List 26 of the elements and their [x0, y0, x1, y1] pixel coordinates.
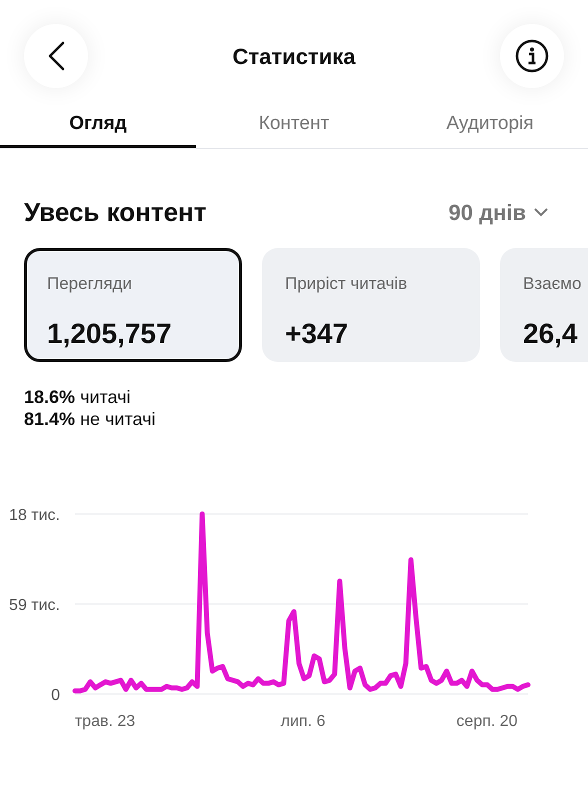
tab[interactable]: Контент	[196, 104, 392, 148]
metric-label: Перегляди	[47, 273, 133, 295]
metric-label: Взаємо	[523, 273, 582, 295]
audience-share-text: 18.6% читачі	[24, 386, 132, 408]
metric-value: +347	[285, 316, 350, 350]
x-axis-label: трав. 23	[74, 713, 136, 730]
metric-card[interactable]: Приріст читачів +347	[262, 248, 480, 362]
audience-share-text: 81.4% не читачі	[24, 408, 156, 430]
x-axis-label: серп. 20	[456, 713, 518, 730]
page-title: Статистика	[232, 42, 356, 70]
chevron-down-icon	[534, 208, 548, 217]
y-axis-label: 18 тис.	[9, 507, 60, 524]
y-axis-label: 59 тис.	[9, 597, 60, 614]
back-icon	[47, 41, 65, 71]
period-dropdown[interactable]: 90 днів	[448, 196, 548, 229]
tab[interactable]: Огляд	[0, 104, 196, 148]
x-axis-label: лип. 6	[280, 713, 326, 730]
tab[interactable]: Аудиторія	[392, 104, 588, 148]
info-icon	[514, 39, 549, 73]
metric-card[interactable]: Взаємо 26,4	[500, 248, 588, 362]
metric-label: Приріст читачів	[285, 273, 408, 295]
metric-value: 26,4	[523, 316, 578, 350]
y-axis-label: 0	[51, 687, 60, 704]
metric-card[interactable]: Перегляди 1,205,757	[24, 248, 242, 362]
section-title: Увесь контент	[24, 196, 206, 229]
metric-value: 1,205,757	[47, 316, 173, 350]
